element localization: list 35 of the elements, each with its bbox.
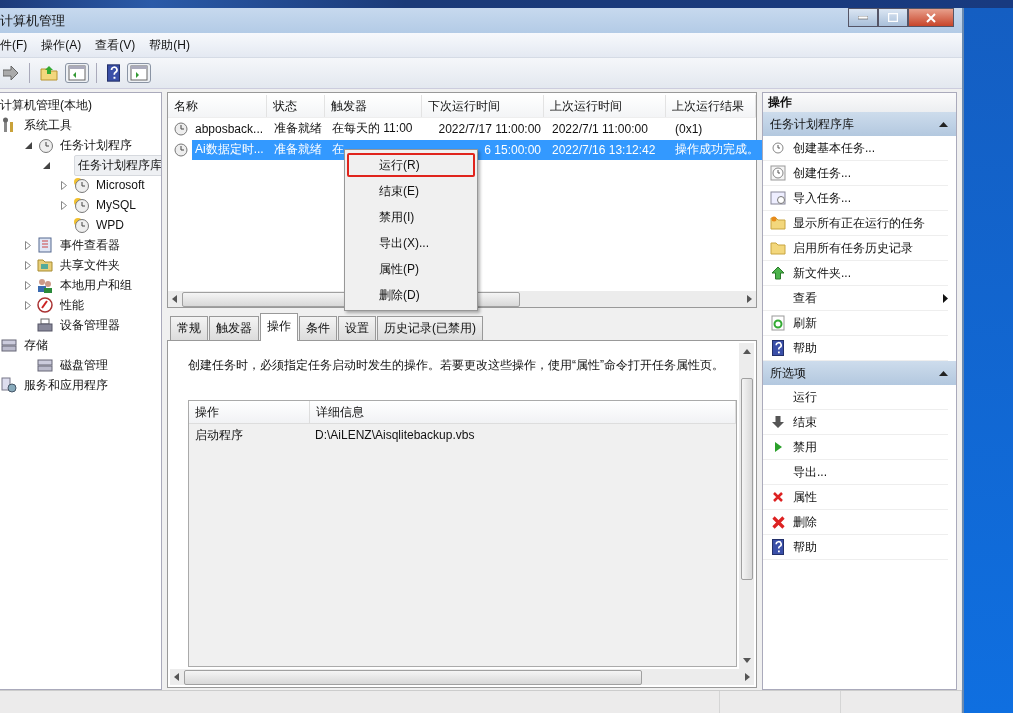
table-cell-text: 2022/7/16 13:12:42 <box>551 142 657 157</box>
table-cell-text: 2022/7/1 11:00:00 <box>551 121 649 136</box>
action-label: 导入任务... <box>793 189 851 207</box>
action-label: 显示所有正在运行的任务 <box>793 214 925 232</box>
action-label: 属性 <box>793 488 817 506</box>
action-label: 结束 <box>793 413 817 431</box>
action-label: 删除 <box>793 513 817 531</box>
action-label: 禁用 <box>793 438 817 456</box>
group-title: 任务计划程序库 <box>770 115 854 133</box>
table-cell-text: abposback... <box>194 121 265 136</box>
description-text: 创建任务时，必须指定任务启动时发生的操作。若要更改这些操作，使用“属性”命令打开任务属性页。 <box>188 357 725 374</box>
action-label: 帮助 <box>793 538 817 556</box>
window-title: 计算机管理 <box>0 11 65 30</box>
action-label: 帮助 <box>793 339 817 357</box>
action-label: 运行 <box>793 388 817 406</box>
action-label: 启用所有任务历史记录 <box>793 239 913 257</box>
pane-title: 操作 <box>763 93 956 112</box>
action-label: 查看 <box>793 289 817 307</box>
table-cell-text: Ai数据定时... <box>194 141 265 158</box>
group-title: 所选项 <box>770 364 806 382</box>
table-cell-text: 6 15:00:00 <box>483 142 542 157</box>
action-label: 创建任务... <box>793 164 851 182</box>
table-cell-text: 在每天的 11:00 <box>331 120 414 137</box>
action-label: 导出... <box>793 463 827 481</box>
table-cell-text: 在 <box>331 141 345 158</box>
table-cell-text: 2022/7/17 11:00:00 <box>437 121 542 136</box>
action-label: 创建基本任务... <box>793 139 875 157</box>
action-label: 新文件夹... <box>793 264 851 282</box>
action-label: 刷新 <box>793 314 817 332</box>
table-cell-text: 准备就绪 <box>273 141 323 158</box>
table-cell-text: D:\AiLENZ\Aisqlitebackup.vbs <box>314 428 476 442</box>
table-cell-text: (0x1) <box>674 121 704 136</box>
table-cell-text: 操作成功完成。 <box>674 141 760 158</box>
table-cell-text: 准备就绪 <box>273 120 323 137</box>
table-cell-text: 启动程序 <box>194 426 244 444</box>
